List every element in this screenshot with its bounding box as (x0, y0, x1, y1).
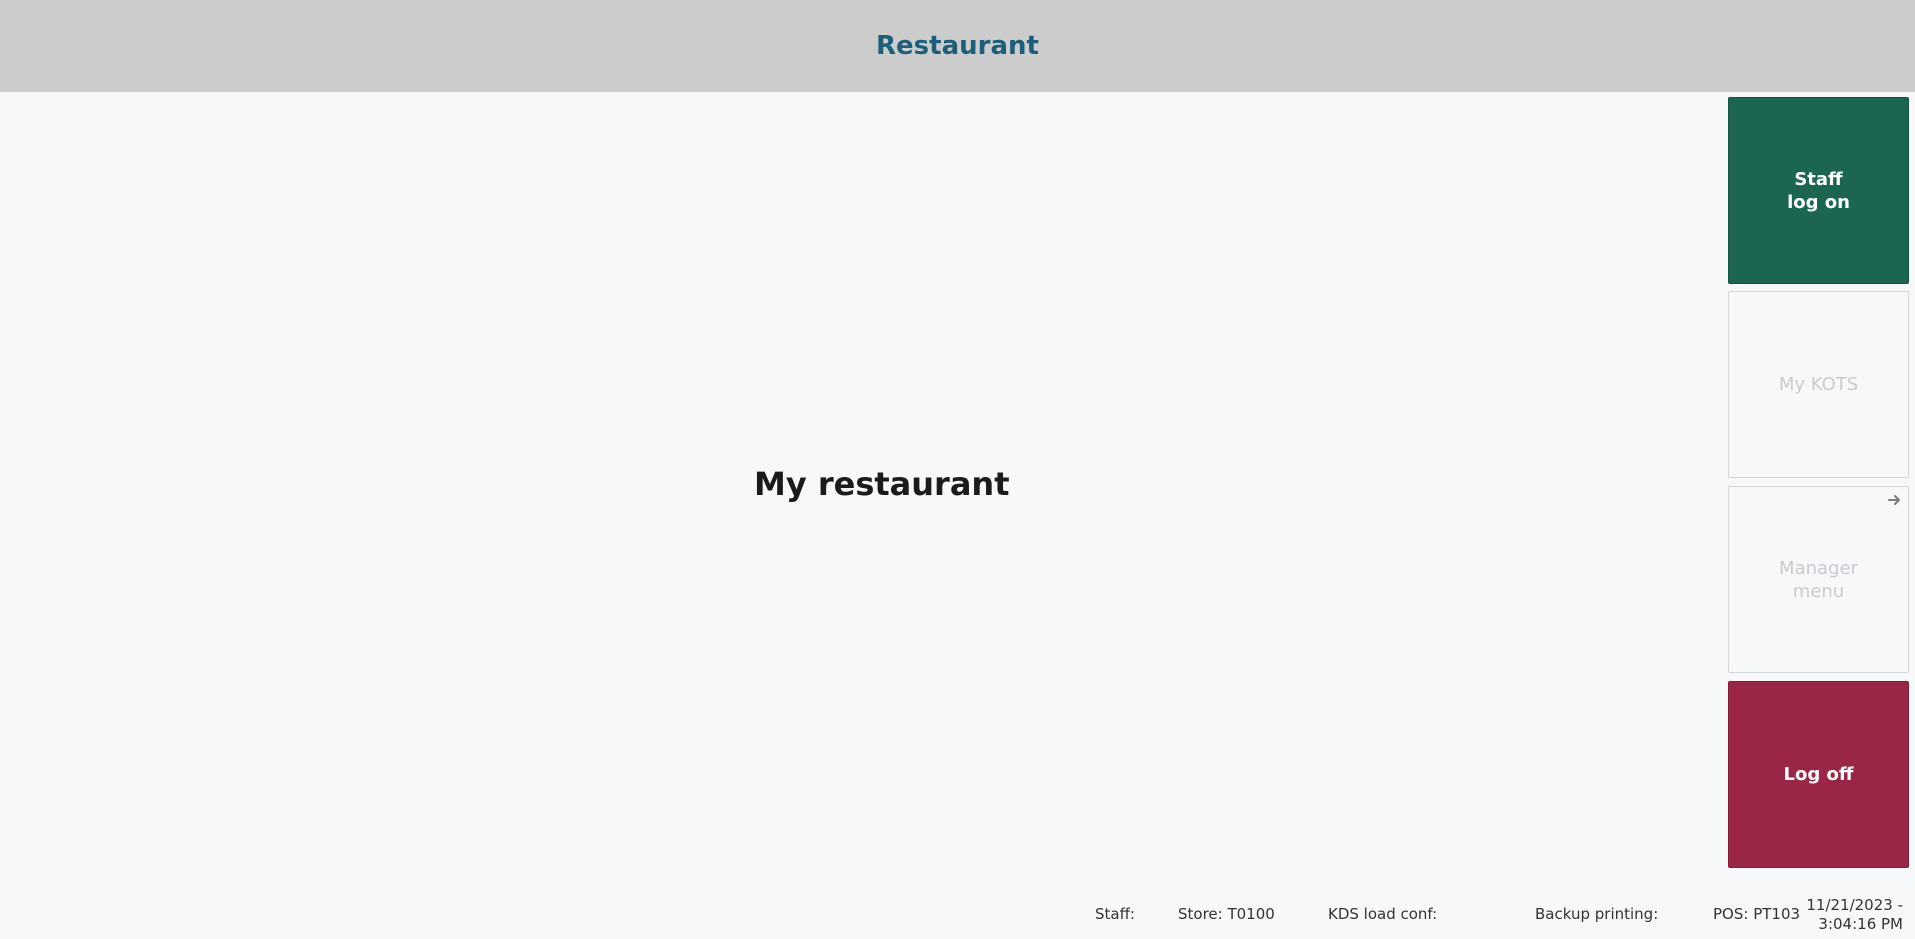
log-off-label: Log off (1783, 764, 1854, 785)
staff-log-on-button[interactable]: Staff log on (1728, 97, 1909, 284)
my-kots-button[interactable]: My KOTS (1728, 291, 1909, 478)
staff-log-on-label: Staff log on (1787, 168, 1850, 213)
status-backup-printing: Backup printing: (1535, 905, 1659, 923)
arrow-right-icon (1888, 495, 1900, 505)
status-bar: Staff: Store: T0100 KDS load conf: Backu… (0, 892, 1915, 939)
my-kots-label: My KOTS (1778, 374, 1859, 395)
status-staff: Staff: (1095, 905, 1135, 923)
page-title: My restaurant (754, 465, 1010, 503)
status-store: Store: T0100 (1178, 905, 1275, 923)
app-header: Restaurant (0, 0, 1915, 92)
main-area: My restaurant (0, 92, 1722, 892)
app-title: Restaurant (876, 31, 1039, 61)
manager-menu-label: Manager menu (1779, 557, 1858, 602)
status-datetime: 11/21/2023 - 3:04:16 PM (1806, 896, 1903, 934)
status-kds-load-conf: KDS load conf: (1328, 905, 1438, 923)
restaurant-app: Restaurant My restaurant Staff log on My… (0, 0, 1915, 939)
manager-menu-button[interactable]: Manager menu (1728, 486, 1909, 673)
status-time: 3:04:16 PM (1818, 915, 1903, 933)
status-date: 11/21/2023 - (1806, 896, 1903, 914)
log-off-button[interactable]: Log off (1728, 681, 1909, 868)
status-pos: POS: PT103 (1713, 905, 1801, 923)
